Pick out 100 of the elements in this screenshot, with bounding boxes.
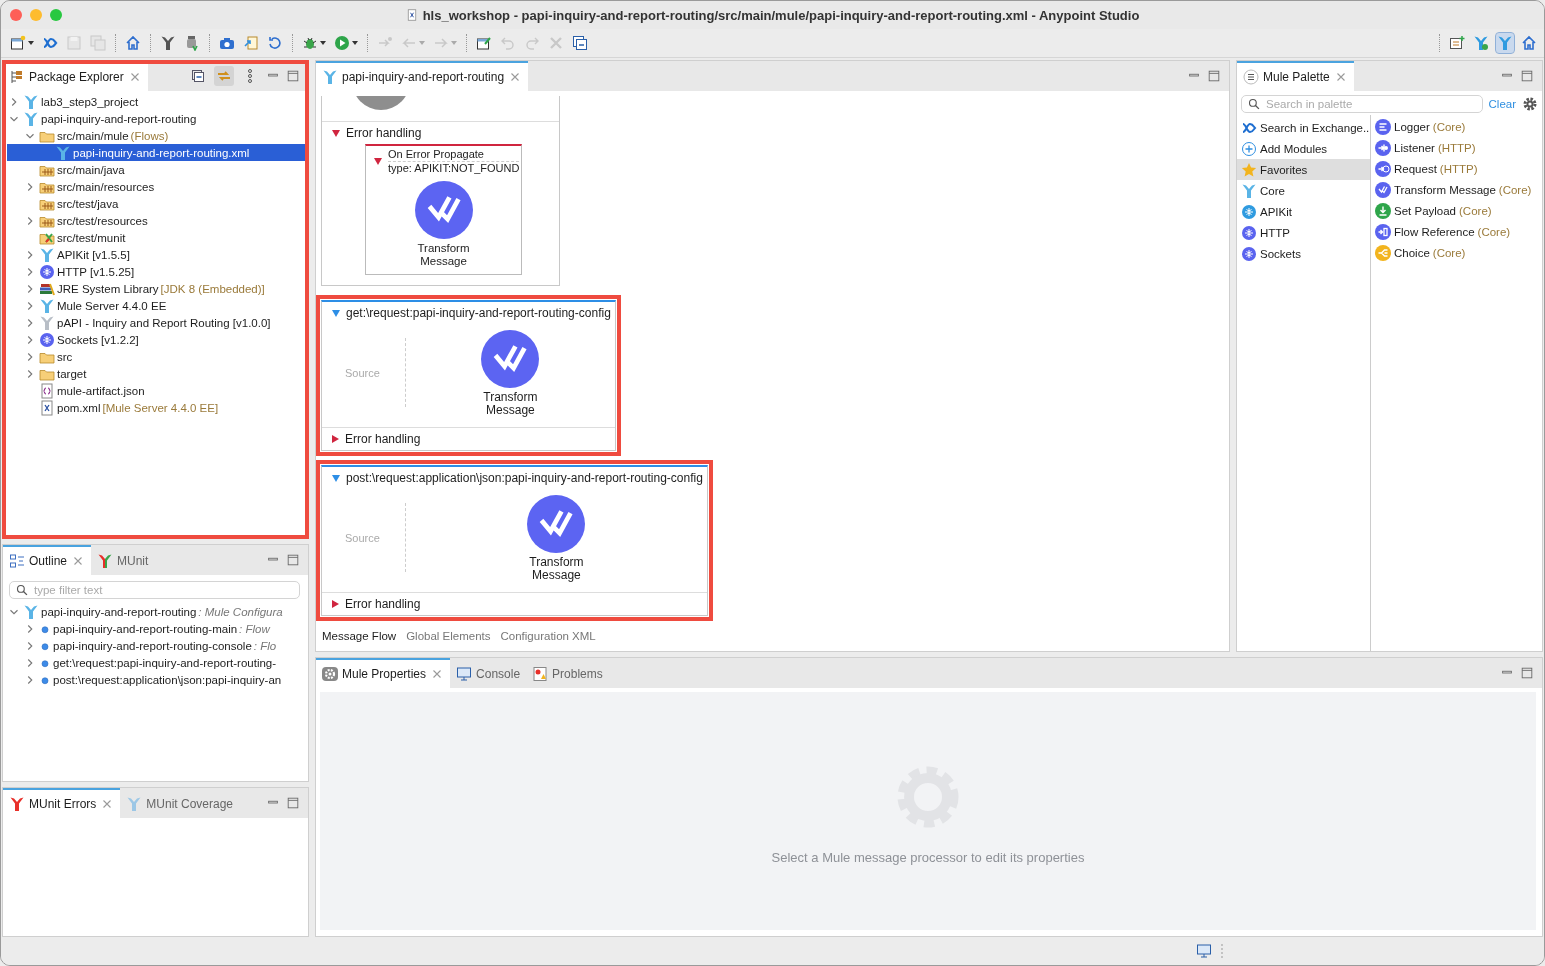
panel-tab[interactable]: papi-inquiry-and-report-routing: [316, 61, 529, 91]
collapsed-triangle-icon[interactable]: [332, 600, 339, 608]
expanded-triangle-icon[interactable]: [374, 158, 382, 165]
palette-category[interactable]: Add Modules: [1237, 138, 1370, 159]
tree-row[interactable]: APIKit [v1.5.5]: [7, 246, 308, 263]
clear-link[interactable]: Clear: [1488, 98, 1516, 110]
house-icon[interactable]: [124, 33, 142, 53]
palette-item-label[interactable]: Transform Message: [1394, 183, 1496, 196]
globe-icon: [1241, 203, 1257, 220]
palette-category[interactable]: Sockets: [1237, 243, 1370, 264]
palette-item-label[interactable]: Flow Reference: [1394, 225, 1475, 238]
expanded-triangle-icon[interactable]: [332, 309, 340, 317]
tree-item-detail: (Flows): [130, 129, 169, 142]
perspective-design-icon[interactable]: [1496, 33, 1514, 53]
tree-row[interactable]: src/test/munit: [7, 229, 308, 246]
expanded-triangle-icon[interactable]: [332, 474, 340, 482]
tree-item-label: src: [57, 350, 73, 363]
panel-tab[interactable]: Problems: [526, 658, 609, 688]
warning-icon: [532, 666, 549, 682]
transform-icon: [414, 181, 473, 239]
tree-item-label: papi-inquiry-and-report-routing: [41, 112, 197, 125]
export-icon[interactable]: [242, 33, 260, 53]
monitor-icon[interactable]: [1196, 943, 1212, 959]
panel-tab[interactable]: Console: [450, 658, 527, 688]
tree-item-label: src/test/munit: [57, 231, 126, 244]
palette-category[interactable]: Favorites: [1237, 159, 1370, 180]
panel-tab[interactable]: MUnit Errors: [3, 788, 121, 818]
globe-icon: [1241, 224, 1257, 241]
windows-icon[interactable]: [571, 33, 589, 53]
tree-row[interactable]: lab3_step3_project: [7, 93, 308, 110]
tree-row[interactable]: papi-inquiry-and-report-routing : Mule Configura: [7, 603, 308, 620]
filter-field[interactable]: type filter text: [9, 581, 300, 599]
tree-row[interactable]: get:\request:papi-inquiry-and-report-routing-: [7, 654, 308, 671]
tree-row[interactable]: papi-inquiry-and-report-routing: [7, 110, 308, 127]
palette-category[interactable]: APIKit: [1237, 201, 1370, 222]
panel-tab[interactable]: Mule Palette: [1237, 61, 1354, 91]
tree-row[interactable]: target: [7, 365, 308, 382]
tree-row[interactable]: pAPI - Inquiry and Report Routing [v1.0.0]: [7, 314, 308, 331]
palette-item-group: (Core): [1459, 204, 1492, 217]
tree-row[interactable]: src: [7, 348, 308, 365]
tree-row[interactable]: src/main/mule (Flows): [7, 127, 308, 144]
tree-row[interactable]: src/test/resources: [7, 212, 308, 229]
expanded-triangle-icon[interactable]: [332, 129, 340, 137]
tree-row[interactable]: mule-artifact.json: [7, 382, 308, 399]
tree-row[interactable]: papi-inquiry-and-report-routing-console : Flo: [7, 637, 308, 654]
close-window-button[interactable]: [10, 9, 22, 21]
empty-state-message: Select a Mule message processor to edit its properties: [771, 850, 1085, 865]
panel-tab[interactable]: Outline: [3, 545, 92, 575]
tree-row[interactable]: Sockets [v1.2.2]: [7, 331, 308, 348]
palette-item-label[interactable]: Set Payload: [1394, 204, 1456, 217]
plus-icon: [1241, 140, 1257, 157]
view-tab[interactable]: Global Elements: [406, 630, 491, 642]
maximize-icon[interactable]: [286, 796, 300, 810]
view-tab[interactable]: Message Flow: [322, 630, 397, 642]
panel-tab[interactable]: Package Explorer: [3, 61, 148, 91]
arrows-icon[interactable]: [214, 66, 234, 86]
tree-row[interactable]: src/main/java: [7, 161, 308, 178]
tree-row[interactable]: Mule Server 4.4.0 EE: [7, 297, 308, 314]
palette-category[interactable]: Search in Exchange..: [1237, 117, 1370, 138]
tree-row[interactable]: HTTP [v1.5.25]: [7, 263, 308, 280]
maximize-icon[interactable]: [1520, 69, 1534, 83]
perspective-home-icon[interactable]: [1520, 33, 1538, 53]
run-icon[interactable]: [333, 33, 359, 53]
window-title: hls_workshop - papi-inquiry-and-report-routing/src/main/mule/papi-inquiry-and-report-routing.xml - Anypoint Studio: [422, 7, 1140, 23]
palette-category[interactable]: Core: [1237, 180, 1370, 201]
palette-item-label[interactable]: Request: [1394, 162, 1437, 175]
flow-title: get:\request:papi-inquiry-and-report-routing-config: [346, 306, 611, 320]
panel-tab[interactable]: MUnit: [91, 545, 155, 575]
tree-item-label: get:\request:papi-inquiry-and-report-routing-: [53, 656, 277, 669]
transform-component[interactable]: Transform Message: [516, 495, 597, 592]
palette-item-group: (HTTP): [1439, 162, 1478, 175]
panel-tab[interactable]: Mule Properties: [316, 658, 451, 688]
tree-row[interactable]: pom.xml [Mule Server 4.4.0 EE]: [7, 399, 308, 416]
globe-icon: [1241, 245, 1257, 262]
transform-component[interactable]: Transform Message: [403, 181, 484, 268]
tree-row[interactable]: papi-inquiry-and-report-routing-main : Flow: [7, 620, 308, 637]
tree-row[interactable]: papi-inquiry-and-report-routing.xml: [7, 144, 308, 161]
palette-category[interactable]: HTTP: [1237, 222, 1370, 243]
maximize-icon[interactable]: [1520, 666, 1534, 680]
settings-icon[interactable]: [1522, 96, 1538, 112]
tree-row[interactable]: src/test/java: [7, 195, 308, 212]
palette-item-label[interactable]: Choice: [1394, 246, 1430, 259]
logo-icon: [97, 553, 114, 569]
palette-item-group: (Core): [1498, 183, 1532, 196]
globe-icon: [39, 331, 55, 348]
collapsed-triangle-icon[interactable]: [332, 435, 339, 443]
tree-row[interactable]: src/main/resources: [7, 178, 308, 195]
view-tab[interactable]: Configuration XML: [500, 630, 596, 642]
palette-item-label[interactable]: Listener: [1394, 141, 1435, 154]
search-field[interactable]: Search in palette: [1241, 95, 1483, 113]
new-window-icon[interactable]: [9, 33, 35, 53]
maximize-icon[interactable]: [286, 553, 300, 567]
palette-item-label[interactable]: Logger: [1394, 120, 1430, 133]
maximize-icon[interactable]: [286, 69, 300, 83]
transform-component[interactable]: Transform Message: [470, 330, 551, 427]
tree-row[interactable]: JRE System Library [JDK 8 (Embedded)]: [7, 280, 308, 297]
logo-icon: [39, 314, 55, 331]
tree-row[interactable]: post:\request:application\json:papi-inquiry-an: [7, 671, 308, 688]
panel-tab[interactable]: MUnit Coverage: [120, 788, 240, 818]
maximize-icon[interactable]: [1207, 69, 1221, 83]
